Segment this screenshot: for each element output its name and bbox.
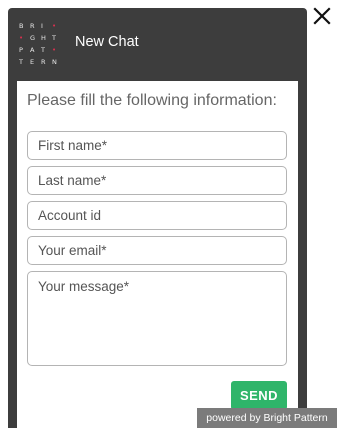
logo-row: B R I • <box>19 20 63 32</box>
message-field[interactable] <box>27 271 287 366</box>
logo-letter: P <box>19 46 23 54</box>
logo-letter: N <box>52 58 57 66</box>
logo-dot: • <box>52 22 57 30</box>
chat-widget: B R I • • G H T P A T • T E R N New Chat… <box>8 8 307 428</box>
pre-chat-form: Please fill the following information: S… <box>17 81 298 428</box>
account-id-field[interactable] <box>27 201 287 230</box>
logo-dot: • <box>52 46 57 54</box>
logo-letter: T <box>19 58 23 66</box>
logo-letter: R <box>41 58 46 66</box>
form-instructions: Please fill the following information: <box>27 92 277 109</box>
powered-by-label[interactable]: powered by Bright Pattern <box>197 408 337 428</box>
logo-letter: B <box>19 22 24 30</box>
logo-letter: T <box>41 46 45 54</box>
logo-row: T E R N <box>19 56 63 68</box>
logo-letter: T <box>52 34 56 42</box>
email-field[interactable] <box>27 236 287 265</box>
logo-letter: R <box>30 22 35 30</box>
logo-dot: • <box>19 34 24 42</box>
logo-letter: I <box>41 22 43 30</box>
logo-row: • G H T <box>19 32 63 44</box>
logo-letter: E <box>30 58 35 66</box>
chat-title: New Chat <box>75 34 139 50</box>
last-name-field[interactable] <box>27 166 287 195</box>
logo-row: P A T • <box>19 44 63 56</box>
logo-letter: A <box>30 46 35 54</box>
logo-letter: H <box>41 34 46 42</box>
chat-header: B R I • • G H T P A T • T E R N New Chat <box>8 8 307 80</box>
first-name-field[interactable] <box>27 131 287 160</box>
close-button[interactable] <box>312 6 332 26</box>
bright-pattern-logo: B R I • • G H T P A T • T E R N <box>19 20 63 68</box>
close-icon <box>313 7 331 25</box>
send-button[interactable]: SEND <box>231 381 287 410</box>
logo-letter: G <box>30 34 36 42</box>
